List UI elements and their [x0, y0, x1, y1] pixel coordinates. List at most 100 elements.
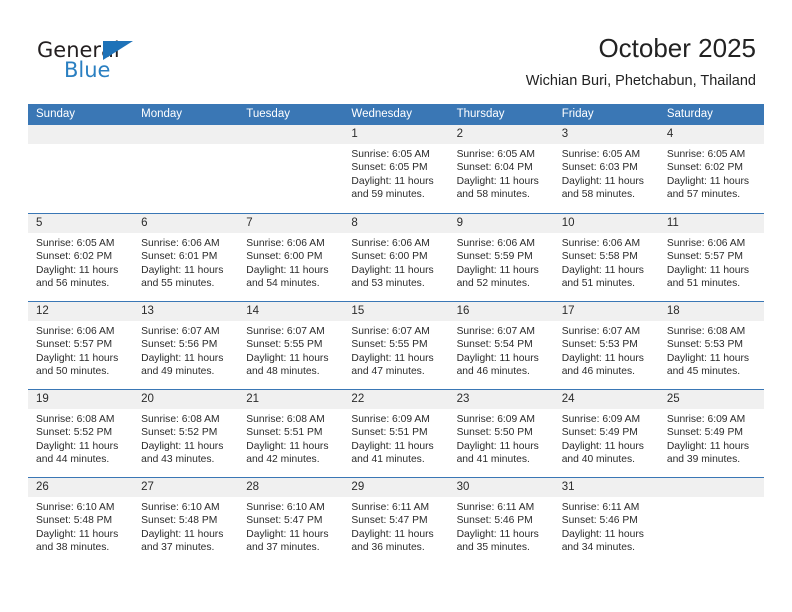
sunrise-text: Sunrise: 6:05 AM: [561, 149, 641, 160]
sunset-text: Sunset: 6:02 PM: [666, 162, 743, 174]
calendar-day-cell[interactable]: 14 Sunrise: 6:07 AM Sunset: 5:55 PM Dayligh…: [238, 302, 344, 389]
calendar-day-cell[interactable]: 4 Sunrise: 6:05 AM Sunset: 6:02 PM Daylight…: [658, 125, 764, 213]
day-sun-info: Sunrise: 6:06 AM Sunset: 5:57 PM Daylight:…: [659, 233, 764, 291]
sunrise-text: Sunrise: 6:10 AM: [36, 502, 115, 513]
daylight-text-line2: and 50 minutes.: [36, 366, 110, 378]
day-of-week-header-saturday: Saturday: [666, 108, 713, 120]
calendar-day-cell[interactable]: 25 Sunrise: 6:09 AM Sunset: 5:49 PM Dayligh…: [658, 390, 764, 477]
daylight-text-line1: Daylight: 11 hours: [246, 528, 329, 540]
calendar-day-cell[interactable]: 3 Sunrise: 6:05 AM Sunset: 6:03 PM Daylight…: [553, 125, 659, 213]
general-blue-logo[interactable]: General Blue: [37, 38, 157, 82]
calendar-day-cell[interactable]: 2 Sunrise: 6:05 AM Sunset: 6:04 PM Daylight…: [448, 125, 554, 213]
calendar-day-cell-empty: [238, 125, 344, 213]
calendar-day-cell[interactable]: 5 Sunrise: 6:05 AM Sunset: 6:02 PM Daylight…: [28, 214, 134, 301]
day-sun-info: Sunrise: 6:06 AM Sunset: 5:59 PM Daylight:…: [449, 233, 554, 291]
day-number: 25: [658, 390, 764, 409]
sunrise-text: Sunrise: 6:05 AM: [36, 238, 115, 249]
day-sun-info: Sunrise: 6:05 AM Sunset: 6:05 PM Daylight:…: [343, 144, 448, 202]
day-number: 24: [553, 390, 659, 409]
day-sun-info: Sunrise: 6:11 AM Sunset: 5:47 PM Daylight:…: [343, 497, 448, 555]
daylight-text-line1: Daylight: 11 hours: [456, 264, 539, 276]
sunset-text: Sunset: 5:50 PM: [456, 427, 533, 439]
daylight-text-line1: Daylight: 11 hours: [246, 264, 329, 276]
calendar-day-cell[interactable]: 21 Sunrise: 6:08 AM Sunset: 5:51 PM Dayligh…: [238, 390, 344, 477]
day-sun-info: Sunrise: 6:05 AM Sunset: 6:04 PM Daylight:…: [449, 144, 554, 202]
sunrise-text: Sunrise: 6:09 AM: [666, 414, 746, 425]
calendar-day-cell[interactable]: 12 Sunrise: 6:06 AM Sunset: 5:57 PM Dayligh…: [28, 302, 134, 389]
title-block: October 2025 Wichian Buri, Phetchabun, T…: [526, 32, 756, 90]
calendar-day-cell[interactable]: 23 Sunrise: 6:09 AM Sunset: 5:50 PM Dayligh…: [448, 390, 554, 477]
calendar-day-cell[interactable]: 28 Sunrise: 6:10 AM Sunset: 5:47 PM Dayligh…: [238, 478, 344, 565]
daylight-text-line2: and 43 minutes.: [141, 454, 215, 466]
calendar-day-cell[interactable]: 11 Sunrise: 6:06 AM Sunset: 5:57 PM Dayligh…: [658, 214, 764, 301]
sunset-text: Sunset: 5:57 PM: [36, 339, 113, 351]
calendar-day-cell[interactable]: 16 Sunrise: 6:07 AM Sunset: 5:54 PM Dayligh…: [448, 302, 554, 389]
calendar-day-cell[interactable]: 31 Sunrise: 6:11 AM Sunset: 5:46 PM Dayligh…: [553, 478, 659, 565]
calendar-day-cell[interactable]: 10 Sunrise: 6:06 AM Sunset: 5:58 PM Dayligh…: [553, 214, 659, 301]
sunset-text: Sunset: 5:56 PM: [141, 339, 218, 351]
sunrise-text: Sunrise: 6:10 AM: [246, 502, 325, 513]
sunset-text: Sunset: 5:51 PM: [351, 427, 428, 439]
sunrise-text: Sunrise: 6:07 AM: [351, 326, 430, 337]
calendar-day-cell[interactable]: 22 Sunrise: 6:09 AM Sunset: 5:51 PM Dayligh…: [343, 390, 449, 477]
calendar-day-cell[interactable]: 17 Sunrise: 6:07 AM Sunset: 5:53 PM Dayligh…: [553, 302, 659, 389]
calendar-day-cell[interactable]: 26 Sunrise: 6:10 AM Sunset: 5:48 PM Dayligh…: [28, 478, 134, 565]
calendar-day-cell-empty: [133, 125, 239, 213]
calendar-day-cell[interactable]: 1 Sunrise: 6:05 AM Sunset: 6:05 PM Daylight…: [343, 125, 449, 213]
calendar-day-cell[interactable]: 15 Sunrise: 6:07 AM Sunset: 5:55 PM Dayligh…: [343, 302, 449, 389]
calendar-day-cell[interactable]: 20 Sunrise: 6:08 AM Sunset: 5:52 PM Dayligh…: [133, 390, 239, 477]
day-number: 16: [448, 302, 554, 321]
day-of-week-header-monday: Monday: [141, 108, 183, 120]
day-sun-info: Sunrise: 6:06 AM Sunset: 6:01 PM Daylight:…: [133, 233, 238, 291]
daylight-text-line2: and 48 minutes.: [246, 366, 320, 378]
calendar-day-cell[interactable]: 13 Sunrise: 6:07 AM Sunset: 5:56 PM Dayligh…: [133, 302, 239, 389]
sunrise-text: Sunrise: 6:09 AM: [456, 414, 535, 425]
day-sun-info: Sunrise: 6:09 AM Sunset: 5:49 PM Daylight:…: [554, 409, 659, 467]
sunrise-text: Sunrise: 6:06 AM: [351, 238, 430, 249]
daylight-text-line2: and 35 minutes.: [456, 542, 530, 554]
daylight-text-line1: Daylight: 11 hours: [246, 352, 329, 364]
calendar-day-cell[interactable]: 7 Sunrise: 6:06 AM Sunset: 6:00 PM Daylight…: [238, 214, 344, 301]
day-number: 6: [133, 214, 239, 233]
sunset-text: Sunset: 6:01 PM: [141, 251, 218, 263]
calendar-day-cell[interactable]: 9 Sunrise: 6:06 AM Sunset: 5:59 PM Daylight…: [448, 214, 554, 301]
calendar-day-cell-empty: [28, 125, 134, 213]
daylight-text-line2: and 55 minutes.: [141, 278, 215, 290]
day-of-week-header-friday: Friday: [561, 108, 594, 120]
sunset-text: Sunset: 6:00 PM: [351, 251, 428, 263]
sunrise-text: Sunrise: 6:08 AM: [141, 414, 220, 425]
calendar-day-cell[interactable]: 19 Sunrise: 6:08 AM Sunset: 5:52 PM Dayligh…: [28, 390, 134, 477]
calendar-day-cell[interactable]: 8 Sunrise: 6:06 AM Sunset: 6:00 PM Daylight…: [343, 214, 449, 301]
sunset-text: Sunset: 5:49 PM: [561, 427, 638, 439]
daylight-text-line1: Daylight: 11 hours: [246, 440, 329, 452]
daylight-text-line1: Daylight: 11 hours: [666, 264, 750, 276]
daylight-text-line2: and 36 minutes.: [351, 542, 425, 554]
day-number: 9: [448, 214, 554, 233]
calendar-week-row: 19 Sunrise: 6:08 AM Sunset: 5:52 PM Dayligh…: [28, 389, 764, 477]
sunset-text: Sunset: 5:58 PM: [561, 251, 638, 263]
daylight-text-line2: and 41 minutes.: [456, 454, 530, 466]
calendar-day-cell[interactable]: 6 Sunrise: 6:06 AM Sunset: 6:01 PM Daylight…: [133, 214, 239, 301]
daylight-text-line2: and 57 minutes.: [666, 189, 741, 201]
sunrise-text: Sunrise: 6:06 AM: [141, 238, 220, 249]
calendar-day-cell[interactable]: 27 Sunrise: 6:10 AM Sunset: 5:48 PM Dayligh…: [133, 478, 239, 565]
sunrise-text: Sunrise: 6:09 AM: [351, 414, 430, 425]
sunrise-text: Sunrise: 6:05 AM: [666, 149, 746, 160]
day-sun-info: Sunrise: 6:05 AM Sunset: 6:02 PM Daylight:…: [28, 233, 133, 291]
page-title: October 2025: [598, 33, 756, 63]
calendar-day-cell[interactable]: 30 Sunrise: 6:11 AM Sunset: 5:46 PM Dayligh…: [448, 478, 554, 565]
daylight-text-line1: Daylight: 11 hours: [561, 352, 644, 364]
day-sun-info: Sunrise: 6:11 AM Sunset: 5:46 PM Daylight:…: [554, 497, 659, 555]
daylight-text-line2: and 51 minutes.: [561, 278, 635, 290]
day-of-week-header-thursday: Thursday: [456, 108, 505, 120]
calendar-day-cell[interactable]: 29 Sunrise: 6:11 AM Sunset: 5:47 PM Dayligh…: [343, 478, 449, 565]
calendar-day-cell[interactable]: 24 Sunrise: 6:09 AM Sunset: 5:49 PM Dayligh…: [553, 390, 659, 477]
calendar-day-cell[interactable]: 18 Sunrise: 6:08 AM Sunset: 5:53 PM Dayligh…: [658, 302, 764, 389]
sunrise-text: Sunrise: 6:05 AM: [351, 149, 430, 160]
daylight-text-line2: and 39 minutes.: [666, 454, 741, 466]
sunset-text: Sunset: 5:55 PM: [351, 339, 428, 351]
sunrise-text: Sunrise: 6:11 AM: [561, 502, 640, 513]
daylight-text-line1: Daylight: 11 hours: [36, 352, 119, 364]
daylight-text-line1: Daylight: 11 hours: [561, 264, 644, 276]
daylight-text-line1: Daylight: 11 hours: [666, 175, 750, 187]
